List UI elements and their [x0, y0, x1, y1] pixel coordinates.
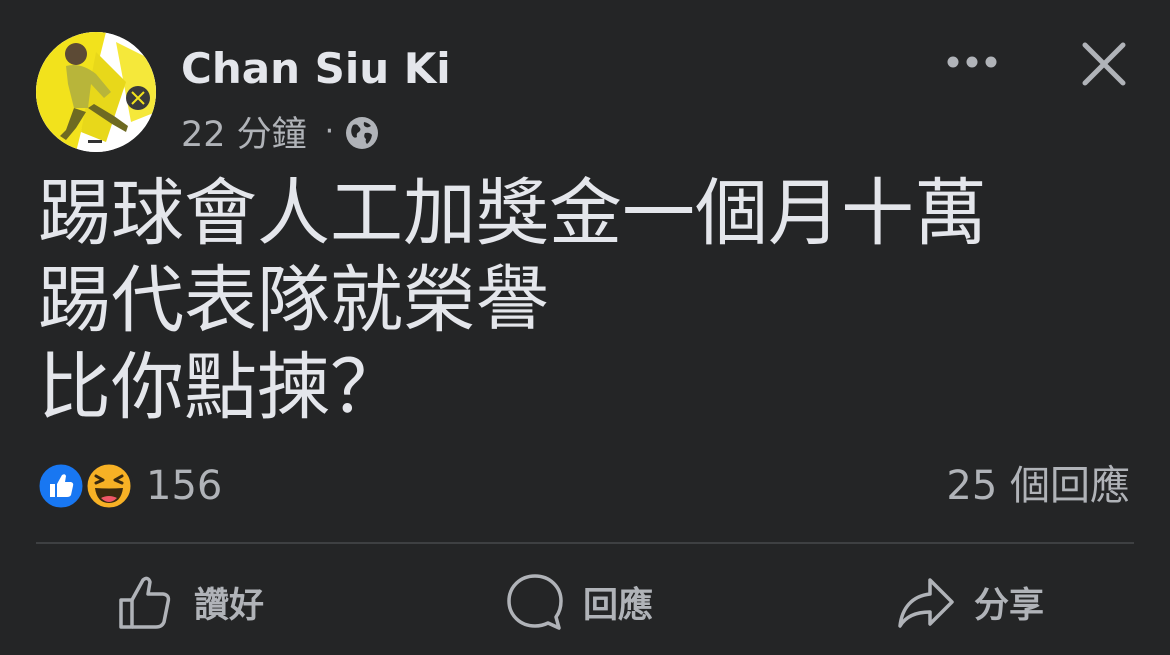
like-reaction-icon: [36, 461, 86, 511]
share-label: 分享: [974, 585, 1045, 626]
reaction-count: 156: [146, 463, 223, 509]
haha-reaction-icon: [84, 461, 134, 511]
post-text: 踢球會人工加獎金一個月十萬 踢代表隊就榮譽 比你點揀？: [38, 170, 1138, 431]
divider: [36, 542, 1134, 544]
more-options-button[interactable]: [940, 40, 1004, 84]
meta-separator: ·: [324, 113, 335, 149]
thumbs-up-icon: [119, 576, 171, 629]
post-meta: 22 分鐘 ·: [181, 106, 380, 157]
close-icon: [1082, 42, 1126, 86]
author-avatar[interactable]: [36, 32, 156, 152]
comment-label: 回應: [583, 585, 654, 626]
post-text-line: 比你點揀？: [38, 345, 403, 430]
comments-count[interactable]: 25 個回應: [946, 460, 1130, 512]
comment-bubble-icon: [507, 574, 563, 630]
post-text-line: 踢代表隊就榮譽: [38, 258, 549, 343]
like-label: 讚好: [194, 585, 265, 626]
like-button[interactable]: 讚好: [116, 570, 264, 634]
author-name[interactable]: Chan Siu Ki: [181, 44, 451, 93]
comment-button[interactable]: 回應: [505, 570, 653, 634]
post-time[interactable]: 22 分鐘: [181, 106, 307, 157]
globe-icon: [346, 117, 379, 149]
more-horizontal-icon: [947, 56, 997, 68]
post-text-line: 踢球會人工加獎金一個月十萬: [38, 171, 987, 256]
share-arrow-icon: [898, 578, 954, 628]
reactions-summary[interactable]: 156: [36, 460, 222, 512]
close-button[interactable]: [1076, 36, 1132, 92]
share-button[interactable]: 分享: [896, 570, 1044, 634]
